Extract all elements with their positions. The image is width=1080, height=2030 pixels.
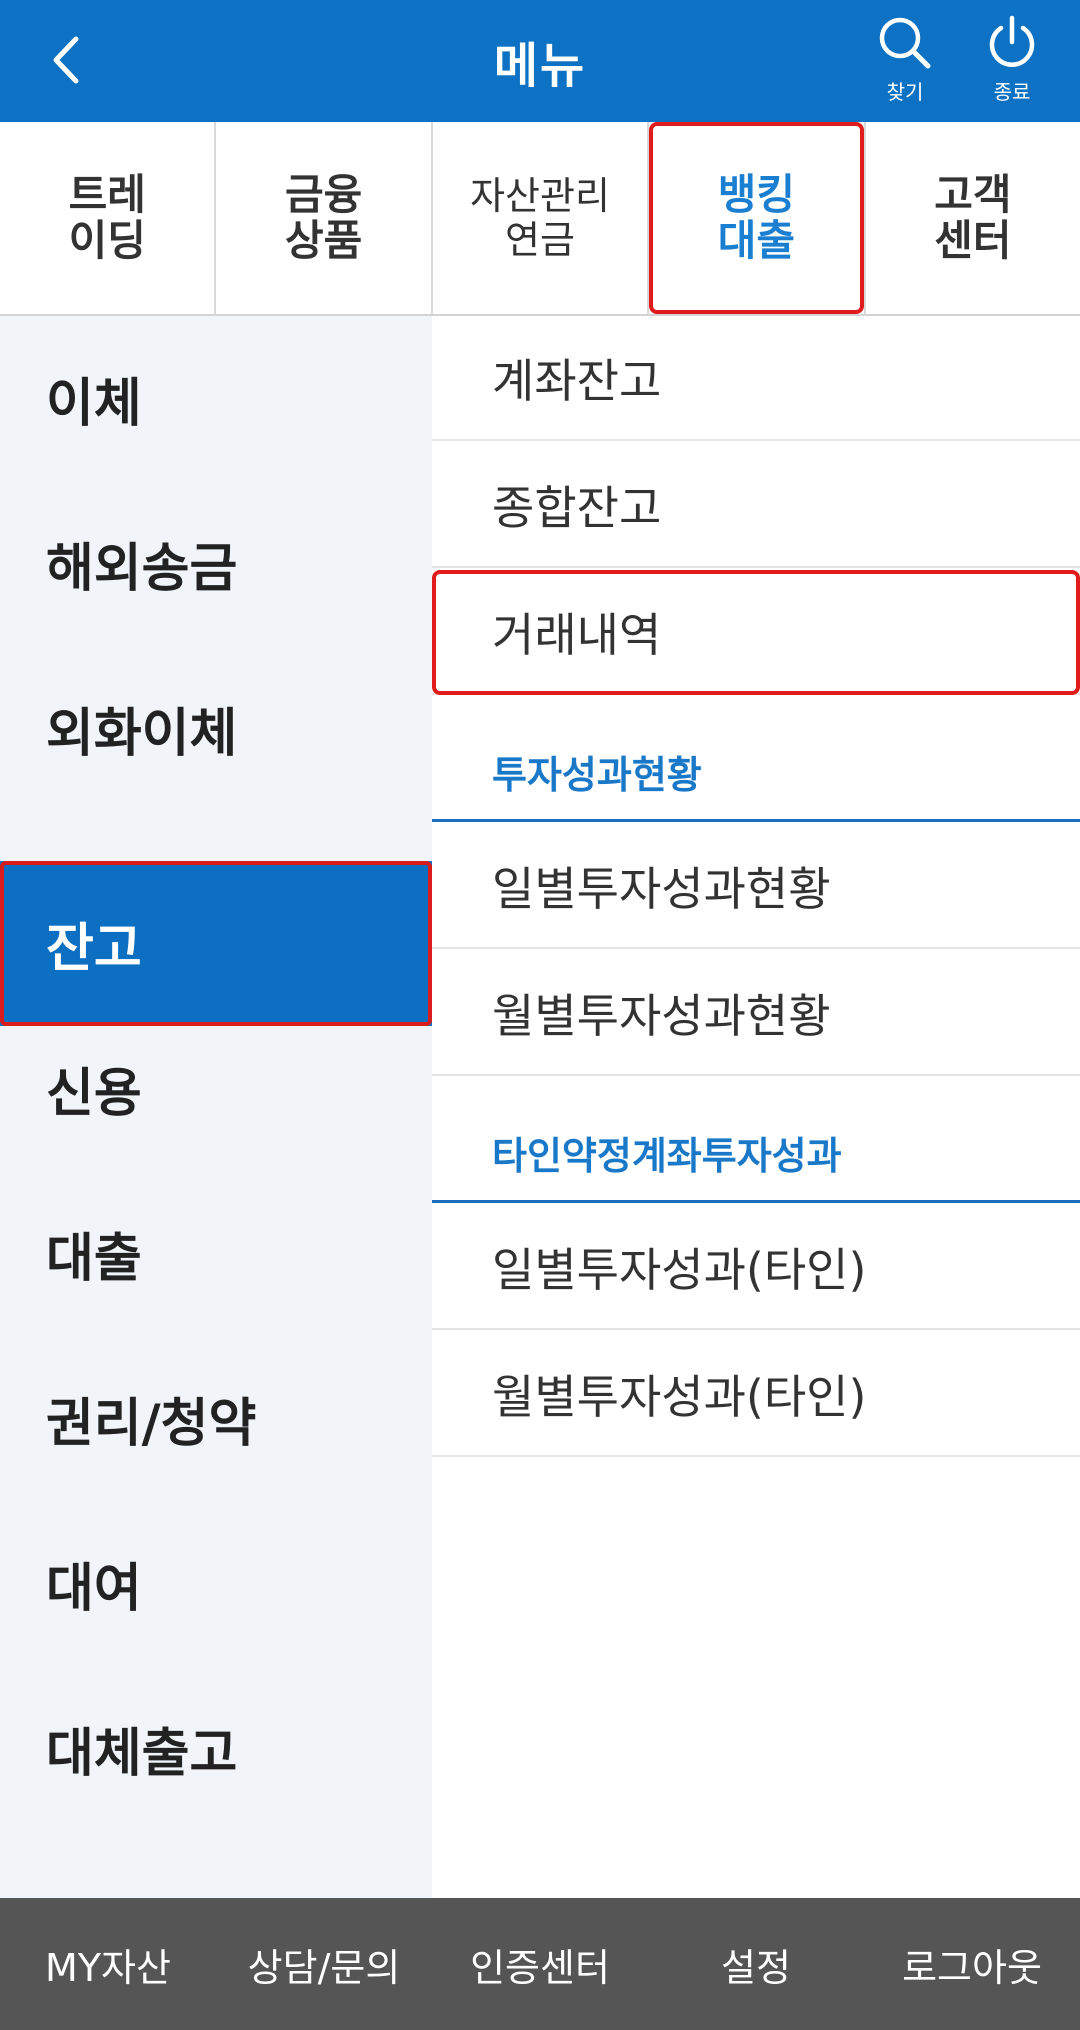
- search-icon: [879, 17, 931, 69]
- tab-label-line2: 대출: [717, 216, 796, 265]
- nav-item-rights-subscription[interactable]: 권리/청약: [0, 1336, 432, 1501]
- search-button[interactable]: 찾기: [860, 14, 950, 110]
- chevron-left-icon: [53, 36, 79, 84]
- bottom-my-assets[interactable]: MY자산: [0, 1937, 216, 1992]
- bottom-certificate-center[interactable]: 인증센터: [432, 1937, 648, 1992]
- left-nav: 이체 해외송금 외화이체 잔고 신용 대출 권리/청약 대여 대체출고: [0, 316, 432, 1898]
- nav-item-loan[interactable]: 대출: [0, 1171, 432, 1336]
- bottom-bar: MY자산 상담/문의 인증센터 설정 로그아웃: [0, 1898, 1080, 2030]
- nav-item-overseas-remittance[interactable]: 해외송금: [0, 481, 432, 646]
- tab-label-line1: 금융: [284, 170, 363, 219]
- sub-item-monthly-performance-third-party[interactable]: 월별투자성과(타인): [432, 1332, 1080, 1457]
- tab-label-line1: 트레: [68, 170, 146, 219]
- category-tabs: 트레 이딩 금융 상품 자산관리 연금 뱅킹 대출 고객 센터: [0, 122, 1080, 316]
- tab-customer-center[interactable]: 고객 센터: [866, 122, 1080, 314]
- menu-screen: 메뉴 찾기 종료 트레 이딩 금융 상품 자산관리 연금 뱅킹 대출 고객 센터…: [0, 0, 1080, 2030]
- nav-item-transfer[interactable]: 이체: [0, 316, 432, 481]
- back-button[interactable]: [36, 30, 96, 90]
- sub-item-account-balance[interactable]: 계좌잔고: [432, 316, 1080, 441]
- nav-item-credit[interactable]: 신용: [0, 1006, 432, 1171]
- bottom-logout[interactable]: 로그아웃: [864, 1937, 1080, 1992]
- tab-label-line2: 상품: [284, 216, 363, 265]
- tab-label-line1: 고객: [934, 170, 1012, 219]
- power-icon: [989, 15, 1035, 67]
- bottom-consult-inquiry[interactable]: 상담/문의: [216, 1937, 432, 1992]
- sub-item-daily-performance[interactable]: 일별투자성과현황: [432, 824, 1080, 949]
- section-title-investment-performance: 투자성과현황: [432, 697, 1080, 822]
- nav-item-substitute-withdrawal[interactable]: 대체출고: [0, 1666, 432, 1831]
- tab-label-line2: 연금: [505, 218, 575, 262]
- tab-label-line1: 뱅킹: [717, 170, 796, 219]
- exit-button[interactable]: 종료: [967, 14, 1057, 110]
- nav-item-lending[interactable]: 대여: [0, 1501, 432, 1666]
- sub-menu: 계좌잔고 종합잔고 거래내역 투자성과현황 일별투자성과현황 월별투자성과현황 …: [432, 316, 1080, 1898]
- bottom-settings[interactable]: 설정: [648, 1937, 864, 1992]
- nav-item-balance[interactable]: 잔고: [0, 861, 432, 1026]
- tab-financial-products[interactable]: 금융 상품: [216, 122, 433, 314]
- tab-label-line2: 센터: [934, 216, 1012, 265]
- sub-item-monthly-performance[interactable]: 월별투자성과현황: [432, 951, 1080, 1076]
- section-title-third-party-performance: 타인약정계좌투자성과: [432, 1078, 1080, 1203]
- tab-trading[interactable]: 트레 이딩: [0, 122, 217, 314]
- tab-label-line2: 이딩: [68, 216, 146, 265]
- nav-item-foreign-currency-transfer[interactable]: 외화이체: [0, 646, 432, 811]
- header-bar: 메뉴 찾기 종료: [0, 0, 1080, 122]
- tab-banking-loan[interactable]: 뱅킹 대출: [649, 122, 866, 314]
- tab-asset-management[interactable]: 자산관리 연금: [433, 122, 650, 314]
- search-label: 찾기: [886, 80, 924, 104]
- sub-item-daily-performance-third-party[interactable]: 일별투자성과(타인): [432, 1205, 1080, 1330]
- sub-item-total-balance[interactable]: 종합잔고: [432, 443, 1080, 568]
- sub-item-transaction-history[interactable]: 거래내역: [432, 570, 1080, 695]
- tab-label-line1: 자산관리: [470, 174, 610, 218]
- exit-label: 종료: [993, 80, 1031, 104]
